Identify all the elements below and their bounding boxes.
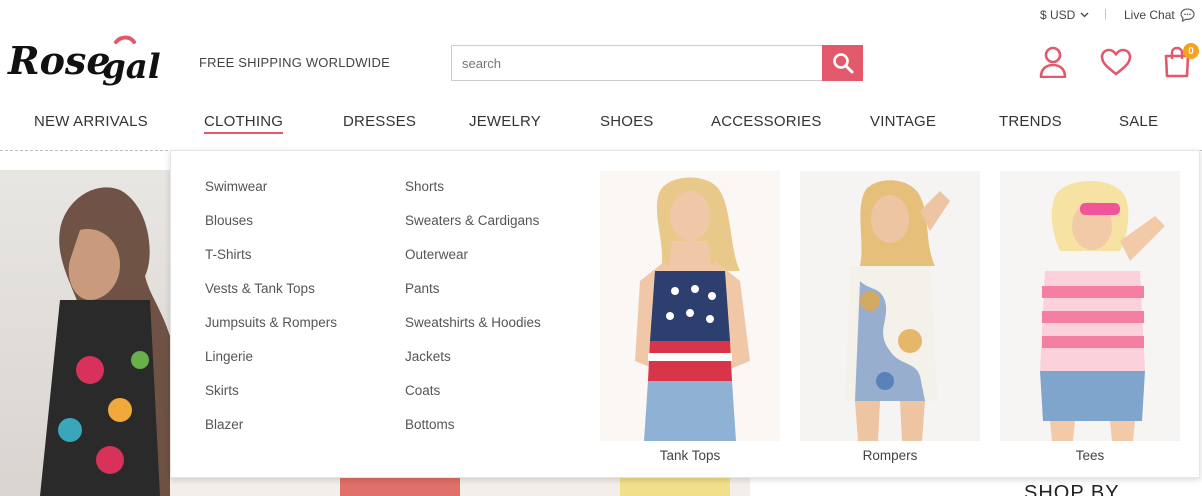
- category-link-skirts[interactable]: Skirts: [205, 375, 337, 409]
- shop-by-heading: SHOP BY: [1024, 482, 1120, 496]
- wishlist-button[interactable]: [1099, 44, 1133, 80]
- promo-image-tees[interactable]: [1000, 171, 1180, 441]
- heart-icon: [1100, 48, 1132, 76]
- promo-label-tees[interactable]: Tees: [1000, 448, 1180, 463]
- category-link-blazer[interactable]: Blazer: [205, 409, 337, 443]
- nav-jewelry[interactable]: JEWELRY: [469, 113, 541, 130]
- currency-selector[interactable]: $ USD: [1040, 8, 1089, 22]
- category-column-1: Swimwear Blouses T-Shirts Vests & Tank T…: [205, 171, 337, 443]
- nav-clothing[interactable]: CLOTHING: [204, 113, 284, 134]
- category-column-2: Shorts Sweaters & Cardigans Outerwear Pa…: [405, 171, 541, 443]
- shipping-tagline: FREE SHIPPING WORLDWIDE: [199, 55, 390, 70]
- category-link-sweatshirts-hoodies[interactable]: Sweatshirts & Hoodies: [405, 307, 541, 341]
- cart-count-badge: 0: [1183, 43, 1199, 59]
- svg-text:Rose: Rose: [7, 38, 111, 83]
- search-icon: [832, 53, 853, 74]
- site-logo[interactable]: Rose gal: [4, 30, 184, 94]
- category-link-shorts[interactable]: Shorts: [405, 171, 541, 205]
- category-link-outerwear[interactable]: Outerwear: [405, 239, 541, 273]
- currency-label: $ USD: [1040, 8, 1076, 22]
- nav-new-arrivals[interactable]: NEW ARRIVALS: [34, 113, 148, 130]
- svg-text:gal: gal: [102, 47, 161, 87]
- nav-dresses[interactable]: DRESSES: [343, 113, 416, 130]
- category-link-lingerie[interactable]: Lingerie: [205, 341, 337, 375]
- utility-bar: $ USD | Live Chat: [0, 0, 1202, 30]
- clothing-dropdown-menu: Swimwear Blouses T-Shirts Vests & Tank T…: [170, 150, 1200, 478]
- promo-label-rompers[interactable]: Rompers: [800, 448, 980, 463]
- category-link-jackets[interactable]: Jackets: [405, 341, 541, 375]
- category-link-jumpsuits-rompers[interactable]: Jumpsuits & Rompers: [205, 307, 337, 341]
- nav-accessories[interactable]: ACCESSORIES: [711, 113, 822, 130]
- search-input[interactable]: [451, 45, 823, 81]
- promo-image-tank-tops[interactable]: [600, 171, 780, 441]
- category-link-coats[interactable]: Coats: [405, 375, 541, 409]
- category-link-sweaters-cardigans[interactable]: Sweaters & Cardigans: [405, 205, 541, 239]
- category-link-pants[interactable]: Pants: [405, 273, 541, 307]
- category-link-vests-tank-tops[interactable]: Vests & Tank Tops: [205, 273, 337, 307]
- main-nav: NEW ARRIVALS CLOTHING DRESSES JEWELRY SH…: [0, 104, 1202, 144]
- promo-label-tank-tops[interactable]: Tank Tops: [600, 448, 780, 463]
- account-button[interactable]: [1036, 44, 1070, 80]
- nav-sale[interactable]: SALE: [1119, 113, 1158, 130]
- nav-trends[interactable]: TRENDS: [999, 113, 1062, 130]
- user-icon: [1039, 46, 1067, 78]
- category-link-blouses[interactable]: Blouses: [205, 205, 337, 239]
- nav-vintage[interactable]: VINTAGE: [870, 113, 936, 130]
- category-link-bottoms[interactable]: Bottoms: [405, 409, 541, 443]
- category-link-swimwear[interactable]: Swimwear: [205, 171, 337, 205]
- search-button[interactable]: [822, 45, 863, 81]
- separator: |: [1104, 8, 1107, 20]
- category-link-t-shirts[interactable]: T-Shirts: [205, 239, 337, 273]
- promo-image-rompers[interactable]: [800, 171, 980, 441]
- chevron-down-icon: [1080, 12, 1089, 18]
- live-chat-label: Live Chat: [1124, 8, 1175, 22]
- live-chat-link[interactable]: Live Chat: [1124, 8, 1195, 22]
- chat-bubble-icon: [1180, 8, 1195, 22]
- nav-shoes[interactable]: SHOES: [600, 113, 654, 130]
- hero-banner-image[interactable]: [0, 170, 170, 496]
